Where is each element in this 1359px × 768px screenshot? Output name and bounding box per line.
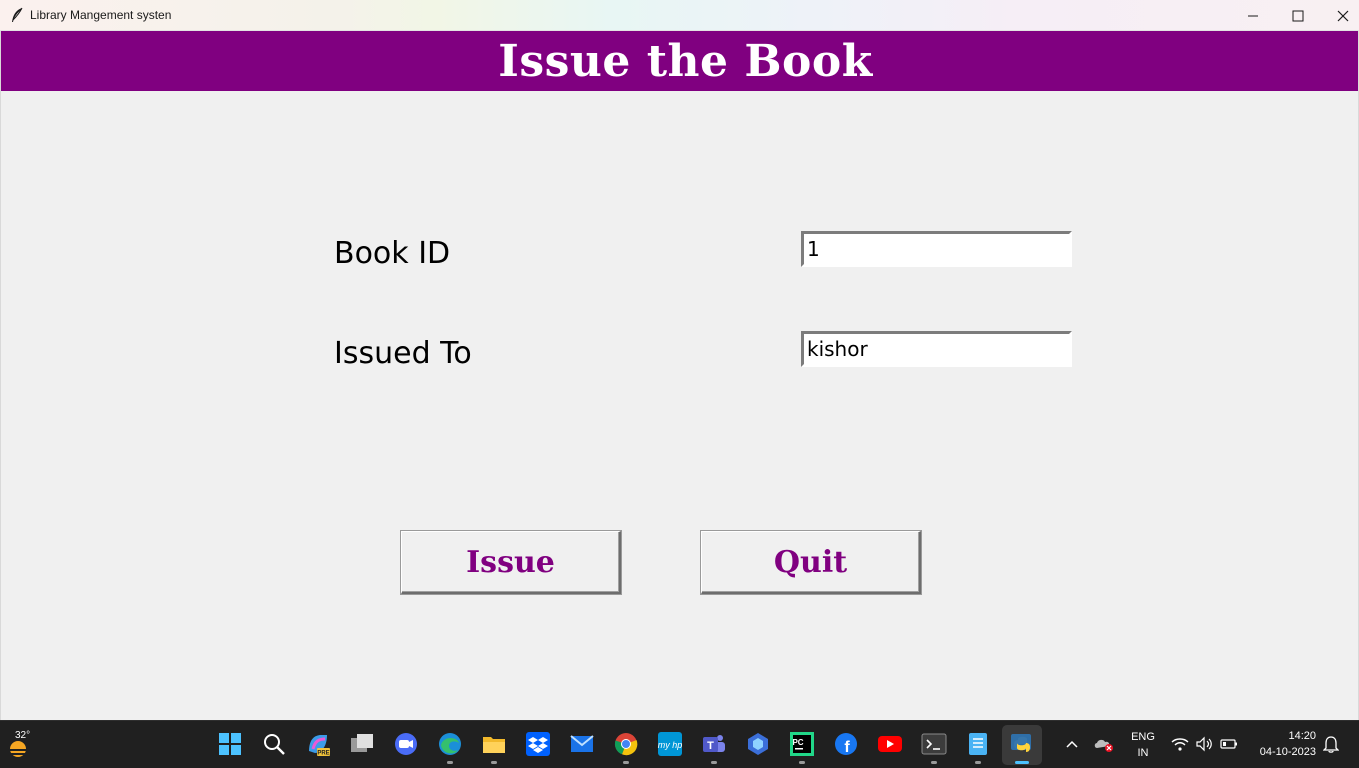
close-icon [1337,10,1349,21]
notepad-icon[interactable] [965,731,991,757]
pycharm-running-indicator [799,761,805,764]
edge-icon[interactable] [437,731,463,757]
close-button[interactable] [1320,0,1359,31]
wifi-icon[interactable] [1170,731,1190,757]
minimize-button[interactable] [1230,0,1276,31]
clock-time[interactable]: 14:20 [1252,730,1316,742]
region-indicator: IN [1137,747,1149,759]
notification-bell-icon[interactable] [1320,731,1342,757]
youtube-icon[interactable] [877,731,903,757]
issued-to-input[interactable] [801,331,1072,367]
book-id-label: Book ID [334,236,451,271]
copilot-icon[interactable]: PRE [305,731,331,757]
battery-icon[interactable] [1218,731,1240,757]
teams-running-indicator [711,761,717,764]
weather-temperature: 32° [15,730,31,741]
onedrive-error-icon[interactable] [1092,731,1116,757]
task-view-icon[interactable] [349,731,375,757]
svg-text:PRE: PRE [317,751,329,757]
taskbar: 32° PRE my hp T PC f ENG IN 14:20 04-10-… [0,720,1359,768]
edge-running-indicator [447,761,453,764]
maximize-button[interactable] [1275,0,1321,31]
issue-button-label: Issue [466,544,555,580]
window-title: Library Mangement systen [30,8,172,22]
pycharm-icon[interactable]: PC [789,731,815,757]
chrome-icon[interactable] [613,731,639,757]
chevron-up-icon[interactable] [1060,731,1084,757]
myhp-icon[interactable]: my hp [657,731,683,757]
issued-to-label: Issued To [334,336,472,371]
svg-text:T: T [707,740,714,752]
svg-text:f: f [844,739,850,756]
dropbox-icon[interactable] [525,731,551,757]
start-icon[interactable] [217,731,243,757]
python-active-indicator [1015,761,1029,764]
terminal-running-indicator [931,761,937,764]
volume-icon[interactable] [1194,731,1214,757]
maximize-icon [1292,10,1304,21]
notepad-running-indicator [975,761,981,764]
language-indicator[interactable]: ENG [1128,731,1158,743]
python-icon[interactable] [1009,731,1035,757]
minimize-icon [1248,15,1258,16]
svg-text:PC: PC [792,738,803,747]
facebook-icon[interactable]: f [833,731,859,757]
quit-button-label: Quit [773,544,848,580]
page-title: Issue the Book [498,35,873,87]
feather-icon [12,7,23,22]
clock-date: 04-10-2023 [1259,746,1316,758]
search-icon[interactable] [261,731,287,757]
heading-banner: Issue the Book [1,31,1358,91]
teams-icon[interactable]: T [701,731,727,757]
file-explorer-icon[interactable] [481,731,507,757]
quit-button[interactable]: Quit [701,531,921,594]
file-explorer-running-indicator [491,761,497,764]
title-bar[interactable]: Library Mangement systen [0,0,1359,31]
photos-icon[interactable] [745,731,771,757]
window-client-area [0,31,1359,720]
mail-icon[interactable] [569,731,595,757]
zoom-icon[interactable] [393,731,419,757]
book-id-input[interactable] [801,231,1072,267]
svg-text:my hp: my hp [658,740,683,750]
terminal-icon[interactable] [921,731,947,757]
chrome-running-indicator [623,761,629,764]
issue-button[interactable]: Issue [401,531,621,594]
